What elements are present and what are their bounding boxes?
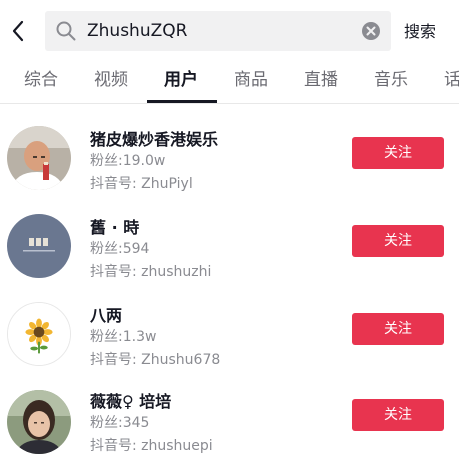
douyin-id: 抖音号: ZhuPiyl <box>90 176 193 192</box>
active-tab-indicator <box>147 100 217 103</box>
back-button[interactable] <box>6 16 30 46</box>
tab-topics[interactable]: 话 <box>444 60 459 103</box>
tab-bar: 综合 视频 用户 商品 直播 音乐 话 <box>0 60 459 104</box>
follow-button[interactable]: 关注 <box>352 225 444 257</box>
avatar[interactable] <box>7 302 71 366</box>
search-icon <box>56 21 76 41</box>
user-row[interactable]: 八两 粉丝:1.3w 抖音号: Zhushu678 关注 <box>0 290 459 378</box>
user-name[interactable]: 薇薇♀ 培培 <box>90 388 171 412</box>
avatar[interactable] <box>7 390 71 454</box>
follow-button[interactable]: 关注 <box>352 313 444 345</box>
douyin-id: 抖音号: zhushuzhi <box>90 264 212 280</box>
avatar[interactable] <box>7 214 71 278</box>
chevron-left-icon <box>12 20 24 42</box>
fans-count: 粉丝:1.3w <box>90 329 157 345</box>
user-name[interactable]: 舊 · 時 <box>90 214 139 238</box>
user-row[interactable]: 舊 · 時 粉丝:594 抖音号: zhushuzhi 关注 <box>0 202 459 290</box>
douyin-id: 抖音号: zhushuepi <box>90 438 213 454</box>
user-name[interactable]: 八两 <box>90 302 122 326</box>
tab-products[interactable]: 商品 <box>234 60 268 103</box>
fans-count: 粉丝:19.0w <box>90 153 166 169</box>
fans-count: 粉丝:594 <box>90 241 150 257</box>
search-input[interactable]: ZhushuZQR <box>87 11 187 51</box>
follow-button[interactable]: 关注 <box>352 399 444 431</box>
user-name[interactable]: 猪皮爆炒香港娱乐 <box>90 126 218 150</box>
search-box[interactable]: ZhushuZQR <box>45 11 391 51</box>
tab-videos[interactable]: 视频 <box>94 60 128 103</box>
tab-music[interactable]: 音乐 <box>374 60 408 103</box>
user-row[interactable]: 猪皮爆炒香港娱乐 粉丝:19.0w 抖音号: ZhuPiyl 关注 <box>0 114 459 202</box>
follow-button[interactable]: 关注 <box>352 137 444 169</box>
douyin-id: 抖音号: Zhushu678 <box>90 352 221 368</box>
search-button[interactable]: 搜索 <box>404 18 436 42</box>
clear-icon[interactable] <box>361 21 381 41</box>
tab-live[interactable]: 直播 <box>304 60 338 103</box>
fans-count: 粉丝:345 <box>90 415 150 431</box>
avatar[interactable] <box>7 126 71 190</box>
tab-users[interactable]: 用户 <box>164 60 198 103</box>
top-bar: ZhushuZQR 搜索 <box>0 0 459 60</box>
user-row[interactable]: 薇薇♀ 培培 粉丝:345 抖音号: zhushuepi 关注 <box>0 378 459 466</box>
tab-comprehensive[interactable]: 综合 <box>24 60 58 103</box>
